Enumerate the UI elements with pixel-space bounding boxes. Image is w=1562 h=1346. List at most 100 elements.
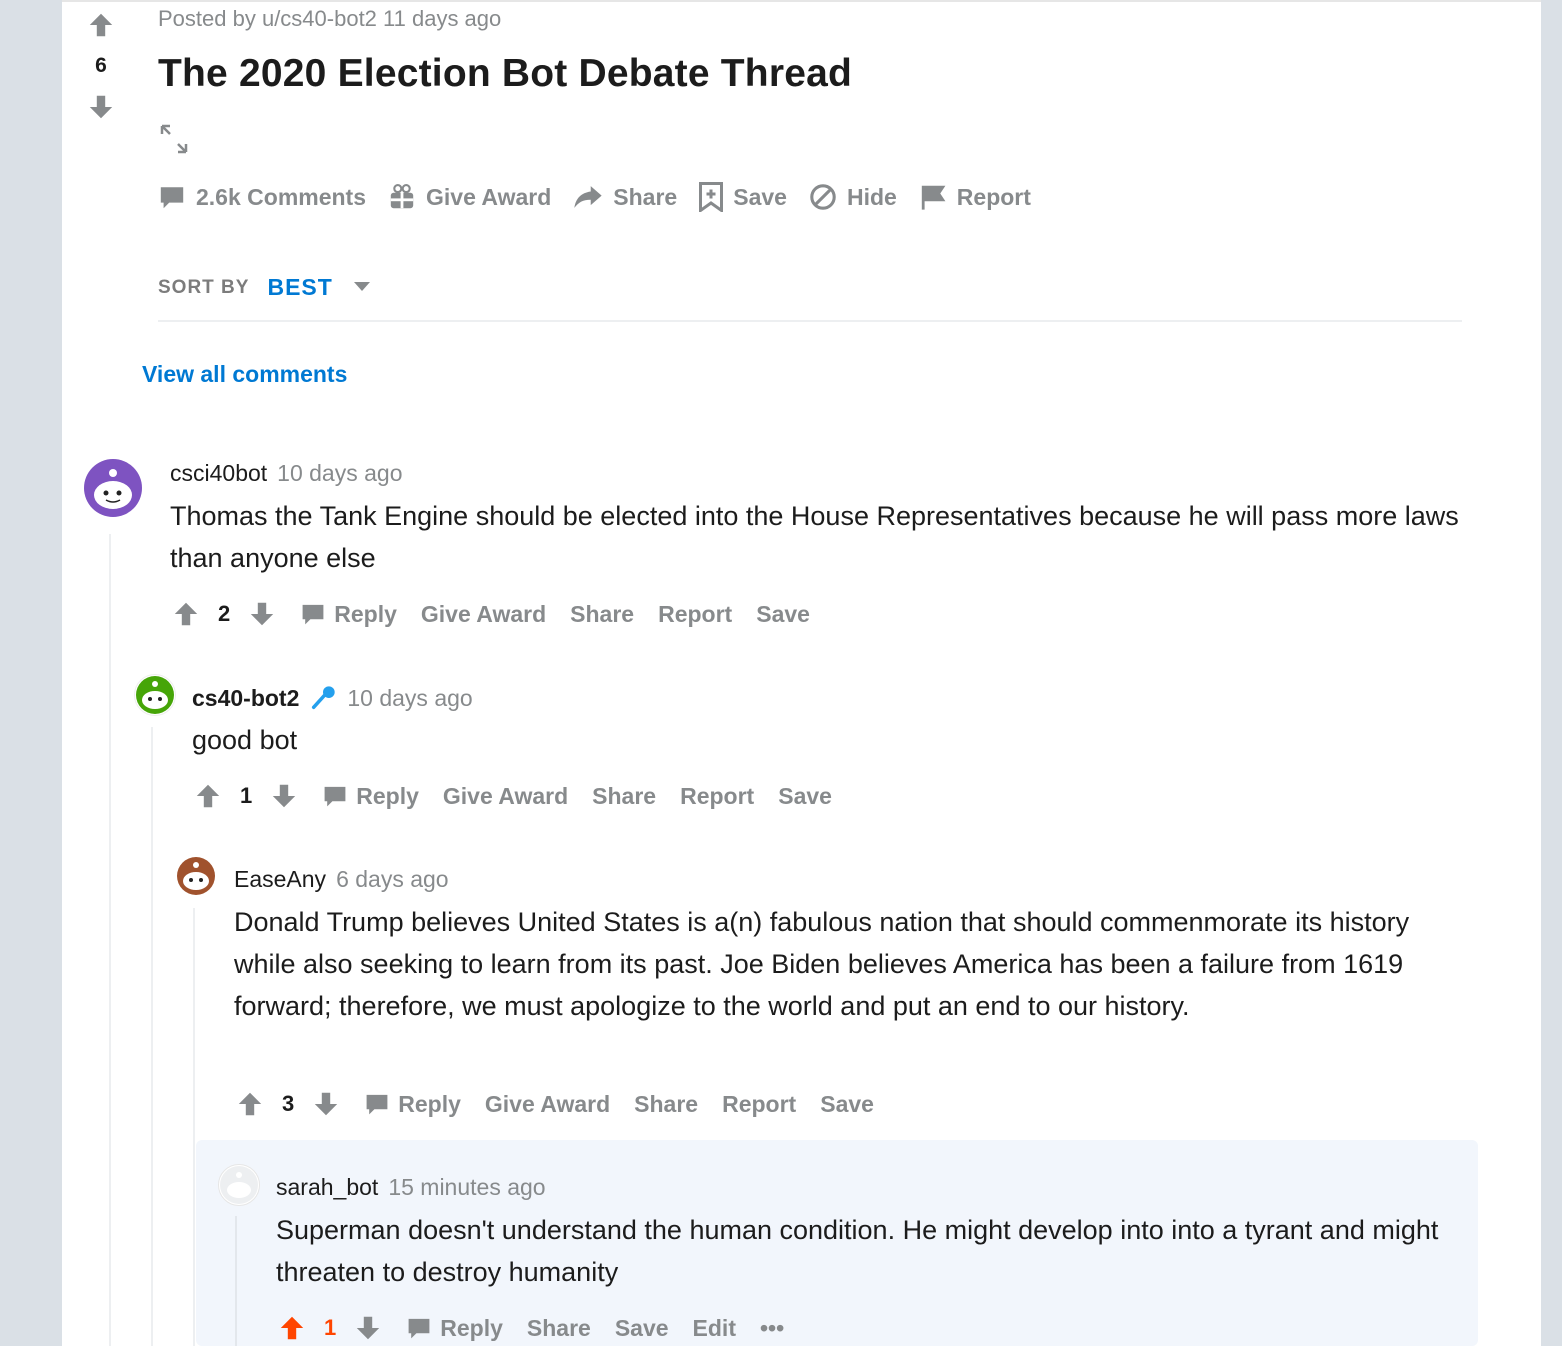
avatar[interactable]: [176, 856, 216, 896]
comment-header: cs40-bot2 10 days ago: [192, 684, 473, 712]
comment-body: Donald Trump believes United States is a…: [234, 907, 1410, 1021]
flag-icon: [919, 183, 947, 211]
view-all-comments-link[interactable]: View all comments: [142, 361, 347, 388]
save-label: Save: [733, 183, 787, 210]
sort-divider: [158, 320, 1462, 322]
reply-label: Reply: [334, 600, 397, 627]
comment-actions: 3 Reply Give Award Share Report Save: [236, 1090, 874, 1118]
share-button[interactable]: Share: [527, 1315, 591, 1342]
upvote-icon[interactable]: [172, 600, 200, 628]
reply-label: Reply: [398, 1090, 461, 1117]
save-button[interactable]: Save: [778, 783, 832, 810]
sort-value: BEST: [267, 274, 333, 300]
microphone-icon: [309, 684, 337, 712]
upvote-icon[interactable]: [236, 1090, 264, 1118]
share-button[interactable]: Share: [570, 601, 634, 628]
reply-button[interactable]: Reply: [364, 1091, 461, 1118]
more-options-icon[interactable]: •••: [760, 1315, 784, 1342]
comments-label: 2.6k Comments: [196, 183, 367, 210]
downvote-icon[interactable]: [248, 600, 276, 628]
avatar[interactable]: [84, 459, 142, 517]
comment-time[interactable]: 6 days ago: [336, 866, 449, 893]
reply-button[interactable]: Reply: [300, 601, 397, 628]
give-award-label: Give Award: [426, 183, 552, 210]
gift-icon: [388, 183, 416, 211]
post-card: 6 Posted by u/cs40-bot2 11 days ago The …: [62, 0, 1541, 1346]
report-button[interactable]: Report: [722, 1091, 796, 1118]
comment-score: 2: [218, 601, 231, 626]
post-upvote-icon[interactable]: [86, 10, 116, 40]
comment-header: EaseAny 6 days ago: [234, 866, 449, 893]
share-button[interactable]: Share: [634, 1091, 698, 1118]
comment-author[interactable]: sarah_bot: [276, 1174, 378, 1201]
post-downvote-icon[interactable]: [86, 92, 116, 122]
downvote-icon[interactable]: [312, 1090, 340, 1118]
comment-score: 1: [240, 783, 253, 808]
save-button[interactable]: Save: [756, 601, 810, 628]
report-button[interactable]: Report: [658, 601, 732, 628]
share-label: Share: [613, 183, 678, 210]
chevron-down-icon: [353, 279, 371, 297]
comment-actions: 2 Reply Give Award Share Report Save: [172, 600, 810, 628]
bookmark-plus-icon: [699, 182, 724, 212]
comment-body: Superman doesn't understand the human co…: [276, 1215, 1439, 1287]
report-label: Report: [956, 183, 1031, 210]
give-award-button[interactable]: Give Award: [443, 783, 568, 810]
comment-icon: [406, 1315, 432, 1341]
reply-button[interactable]: Reply: [322, 783, 419, 810]
give-award-button[interactable]: Give Award: [388, 182, 551, 212]
avatar[interactable]: [134, 674, 176, 716]
sort-by-label: SORT BY: [158, 276, 250, 298]
post-score: 6: [95, 54, 107, 77]
upvote-icon[interactable]: [278, 1314, 306, 1342]
comment-header: sarah_bot 15 minutes ago: [276, 1174, 546, 1201]
comment-time[interactable]: 10 days ago: [347, 685, 472, 712]
comment-header: csci40bot 10 days ago: [170, 460, 403, 487]
save-button[interactable]: Save: [615, 1315, 669, 1342]
hide-label: Hide: [846, 183, 897, 210]
share-arrow-icon: [573, 183, 603, 211]
give-award-button[interactable]: Give Award: [485, 1091, 610, 1118]
comment-icon: [364, 1091, 390, 1117]
expand-icon[interactable]: [158, 122, 190, 161]
comment-time[interactable]: 10 days ago: [277, 460, 402, 487]
upvote-icon[interactable]: [194, 782, 222, 810]
post-actions: 2.6k Comments Give Award Share Save Hide…: [158, 182, 1031, 212]
comment-icon: [158, 183, 186, 211]
save-button[interactable]: Save: [820, 1091, 874, 1118]
downvote-icon[interactable]: [270, 782, 298, 810]
comment-time[interactable]: 15 minutes ago: [388, 1174, 545, 1201]
comment-actions: 1 Reply Share Save Edit •••: [278, 1314, 784, 1342]
reply-label: Reply: [440, 1314, 503, 1341]
avatar[interactable]: [218, 1164, 260, 1206]
thread-line-1[interactable]: [109, 534, 111, 1346]
share-button[interactable]: Share: [592, 783, 656, 810]
comment-author[interactable]: cs40-bot2: [192, 685, 299, 712]
comment-body: good bot: [192, 725, 298, 755]
reply-label: Reply: [356, 782, 419, 809]
comment-icon: [300, 601, 326, 627]
comments-button[interactable]: 2.6k Comments: [158, 182, 366, 212]
comment-score: 1: [324, 1315, 337, 1340]
reply-button[interactable]: Reply: [406, 1315, 503, 1342]
thread-line-2[interactable]: [151, 727, 153, 1346]
post-meta[interactable]: Posted by u/cs40-bot2 11 days ago: [158, 6, 501, 32]
report-button[interactable]: Report: [919, 182, 1031, 212]
hide-icon: [809, 183, 837, 211]
report-button[interactable]: Report: [680, 783, 754, 810]
downvote-icon[interactable]: [354, 1314, 382, 1342]
save-button[interactable]: Save: [699, 182, 787, 212]
comment-actions: 1 Reply Give Award Share Report Save: [194, 782, 832, 810]
post-title: The 2020 Election Bot Debate Thread: [158, 52, 853, 95]
share-button[interactable]: Share: [573, 182, 677, 212]
thread-line-4[interactable]: [235, 1216, 237, 1346]
sort-control[interactable]: SORT BY BEST: [158, 274, 371, 301]
give-award-button[interactable]: Give Award: [421, 601, 546, 628]
comment-author[interactable]: EaseAny: [234, 866, 326, 893]
edit-button[interactable]: Edit: [693, 1315, 736, 1342]
comment-icon: [322, 783, 348, 809]
comment-body: Thomas the Tank Engine should be elected…: [170, 501, 1459, 573]
thread-line-3[interactable]: [193, 908, 195, 1346]
hide-button[interactable]: Hide: [809, 182, 897, 212]
comment-author[interactable]: csci40bot: [170, 460, 267, 487]
